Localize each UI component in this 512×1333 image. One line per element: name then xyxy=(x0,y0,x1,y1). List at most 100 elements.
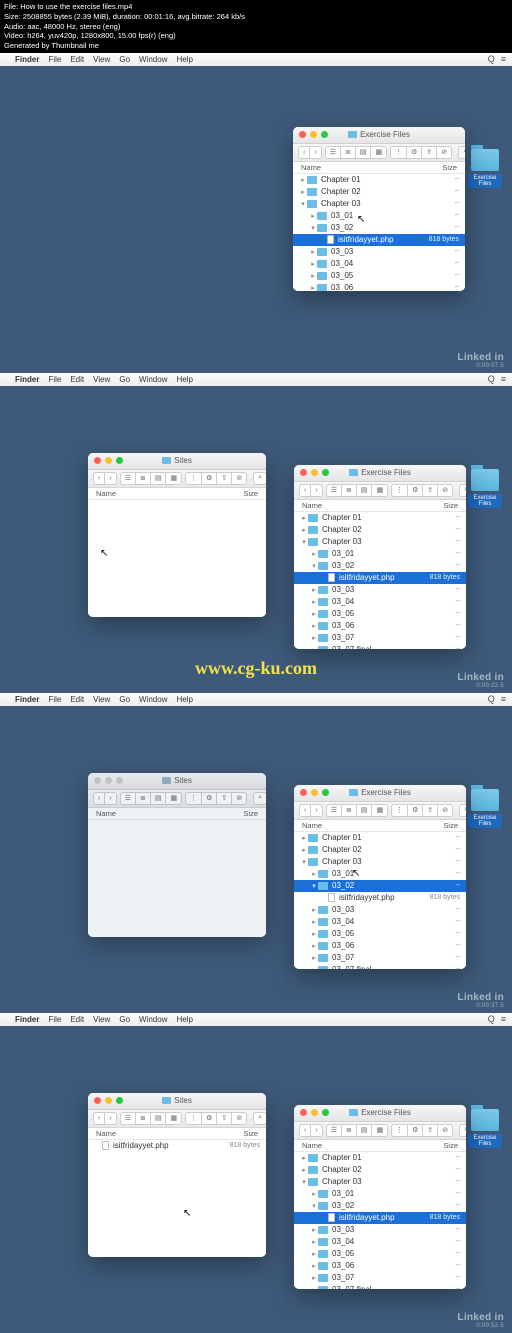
menu-item[interactable]: View xyxy=(93,55,110,64)
list-row[interactable]: isitfridayyet.php 818 bytes xyxy=(88,1140,266,1152)
list-row[interactable]: 03_01 -- xyxy=(293,210,465,222)
column-header[interactable]: Name Size xyxy=(294,820,466,832)
view-gallery-button[interactable]: ▦ xyxy=(165,472,182,485)
disclosure-icon[interactable] xyxy=(299,200,307,208)
column-size[interactable]: Size xyxy=(416,821,458,830)
finder-window[interactable]: Sites ‹› ☰≣▤▦ ⋮⚙⇪⊘ ⌕ Name Size xyxy=(88,453,266,617)
finder-window[interactable]: Sites ‹› ☰≣▤▦ ⋮⚙⇪⊘ ⌕ Name Size isitfrida… xyxy=(88,1093,266,1257)
forward-button[interactable]: › xyxy=(310,1124,322,1137)
menu-item[interactable]: Help xyxy=(176,1015,192,1024)
arrange-button[interactable]: ⋮ xyxy=(391,484,407,497)
back-button[interactable]: ‹ xyxy=(298,146,309,159)
disclosure-icon[interactable] xyxy=(310,1262,318,1270)
list-row[interactable]: 03_07 -- xyxy=(294,632,466,644)
action-button[interactable]: ⚙ xyxy=(201,472,216,485)
list-row[interactable]: 03_01 -- xyxy=(294,548,466,560)
list-row[interactable]: Chapter 03 -- xyxy=(294,1176,466,1188)
column-header[interactable]: Name Size xyxy=(88,808,266,820)
file-list[interactable]: Chapter 01 -- Chapter 02 -- Chapter 03 -… xyxy=(293,174,465,291)
window-titlebar[interactable]: Exercise Files xyxy=(294,465,466,482)
disclosure-icon[interactable] xyxy=(309,212,317,220)
view-icon-button[interactable]: ☰ xyxy=(326,484,341,497)
app-name[interactable]: Finder xyxy=(15,375,39,384)
list-row[interactable]: 03_04 -- xyxy=(293,258,465,270)
tags-button[interactable]: ⊘ xyxy=(231,1112,247,1125)
app-name[interactable]: Finder xyxy=(15,55,39,64)
list-row[interactable]: 03_07-final -- xyxy=(294,964,466,969)
view-list-button[interactable]: ≣ xyxy=(135,1112,150,1125)
disclosure-icon[interactable] xyxy=(300,538,308,546)
finder-window[interactable]: Sites ‹› ☰≣▤▦ ⋮⚙⇪⊘ ⌕ Name Size xyxy=(88,773,266,937)
view-list-button[interactable]: ≣ xyxy=(135,472,150,485)
view-icon-button[interactable]: ☰ xyxy=(326,804,341,817)
view-icon-button[interactable]: ☰ xyxy=(325,146,340,159)
action-button[interactable]: ⚙ xyxy=(407,1124,422,1137)
disclosure-icon[interactable] xyxy=(309,284,317,291)
view-column-button[interactable]: ▤ xyxy=(150,1112,166,1125)
menu-item[interactable]: File xyxy=(48,375,61,384)
column-size[interactable]: Size xyxy=(216,809,258,818)
menubar-status-icon[interactable]: ≡ xyxy=(501,374,506,384)
view-icon-button[interactable]: ☰ xyxy=(120,472,135,485)
share-button[interactable]: ⇪ xyxy=(216,792,231,805)
view-list-button[interactable]: ≣ xyxy=(135,792,150,805)
finder-window[interactable]: Exercise Files ‹› ☰≣▤▦ ⋮⚙⇪⊘ ⌕ Name Size … xyxy=(294,1105,466,1289)
view-icon-button[interactable]: ☰ xyxy=(120,792,135,805)
back-button[interactable]: ‹ xyxy=(93,472,104,485)
file-list[interactable] xyxy=(88,820,266,937)
list-row[interactable]: 03_02 -- xyxy=(294,880,466,892)
list-row[interactable]: Chapter 02 -- xyxy=(294,524,466,536)
search-button[interactable]: ⌕ xyxy=(459,484,466,497)
column-size[interactable]: Size xyxy=(416,501,458,510)
forward-button[interactable]: › xyxy=(309,146,321,159)
list-row[interactable]: 03_05 -- xyxy=(294,1248,466,1260)
view-list-button[interactable]: ≣ xyxy=(340,146,355,159)
list-row[interactable]: 03_01 -- xyxy=(294,868,466,880)
file-list[interactable]: Chapter 01 -- Chapter 02 -- Chapter 03 -… xyxy=(294,1152,466,1289)
list-row[interactable]: 03_03 -- xyxy=(293,246,465,258)
search-button[interactable]: ⌕ xyxy=(458,146,465,159)
view-gallery-button[interactable]: ▦ xyxy=(371,1124,388,1137)
window-titlebar[interactable]: Exercise Files xyxy=(294,1105,466,1122)
list-row[interactable]: Chapter 02 -- xyxy=(293,186,465,198)
view-icon-button[interactable]: ☰ xyxy=(326,1124,341,1137)
disclosure-icon[interactable] xyxy=(310,906,318,914)
disclosure-icon[interactable] xyxy=(309,248,317,256)
list-row[interactable]: 03_02 -- xyxy=(294,560,466,572)
list-row[interactable]: 03_04 -- xyxy=(294,596,466,608)
action-button[interactable]: ⚙ xyxy=(201,1112,216,1125)
menubar-status-icon[interactable]: ≡ xyxy=(501,694,506,704)
column-header[interactable]: Name Size xyxy=(294,500,466,512)
list-row[interactable]: 03_01 -- xyxy=(294,1188,466,1200)
menu-item[interactable]: View xyxy=(93,375,110,384)
menu-item[interactable]: Edit xyxy=(70,1015,84,1024)
list-row[interactable]: 03_03 -- xyxy=(294,904,466,916)
disclosure-icon[interactable] xyxy=(310,550,318,558)
disclosure-icon[interactable] xyxy=(310,562,318,570)
disclosure-icon[interactable] xyxy=(310,646,318,649)
list-row[interactable]: 03_06 -- xyxy=(293,282,465,291)
tags-button[interactable]: ⊘ xyxy=(436,146,452,159)
list-row[interactable]: 03_05 -- xyxy=(294,608,466,620)
disclosure-icon[interactable] xyxy=(310,882,318,890)
share-button[interactable]: ⇪ xyxy=(422,804,437,817)
column-name[interactable]: Name xyxy=(301,163,415,172)
disclosure-icon[interactable] xyxy=(309,260,317,268)
column-header[interactable]: Name Size xyxy=(294,1140,466,1152)
list-row[interactable]: 03_07 -- xyxy=(294,1272,466,1284)
list-row[interactable]: Chapter 02 -- xyxy=(294,844,466,856)
search-button[interactable]: ⌕ xyxy=(459,1124,466,1137)
desktop-folder-exercise-files[interactable]: Exercise Files xyxy=(468,149,502,190)
menubar-status-icon[interactable]: Q xyxy=(488,54,495,64)
menu-item[interactable]: Help xyxy=(176,55,192,64)
tags-button[interactable]: ⊘ xyxy=(231,792,247,805)
column-header[interactable]: Name Size xyxy=(293,162,465,174)
window-titlebar[interactable]: Sites xyxy=(88,773,266,790)
disclosure-icon[interactable] xyxy=(300,846,308,854)
disclosure-icon[interactable] xyxy=(299,176,307,184)
arrange-button[interactable]: ⋮ xyxy=(390,146,406,159)
menu-item[interactable]: View xyxy=(93,695,110,704)
disclosure-icon[interactable] xyxy=(310,634,318,642)
disclosure-icon[interactable] xyxy=(310,930,318,938)
column-name[interactable]: Name xyxy=(96,809,216,818)
